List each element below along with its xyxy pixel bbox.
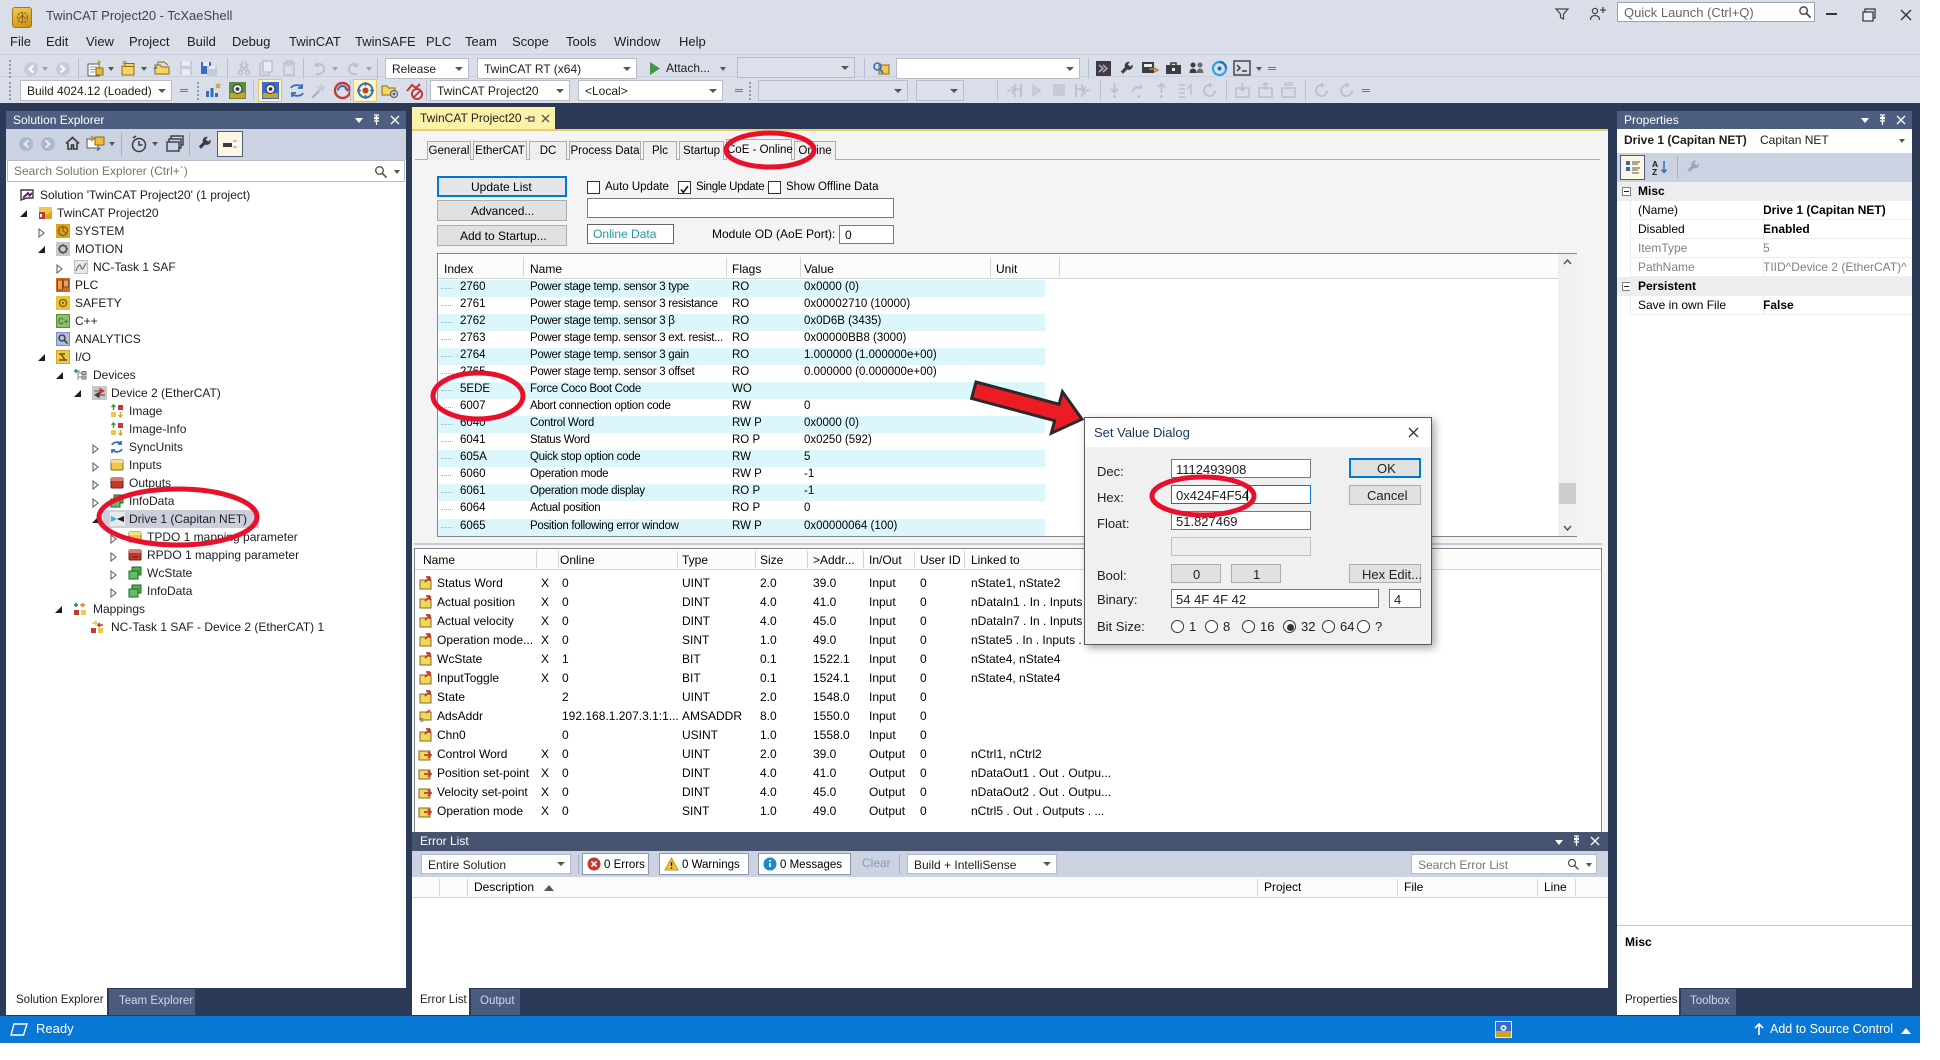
svg-text:C+: C+: [58, 317, 69, 326]
svg-text:s: s: [420, 717, 424, 723]
svg-text:Z: Z: [1652, 167, 1657, 176]
